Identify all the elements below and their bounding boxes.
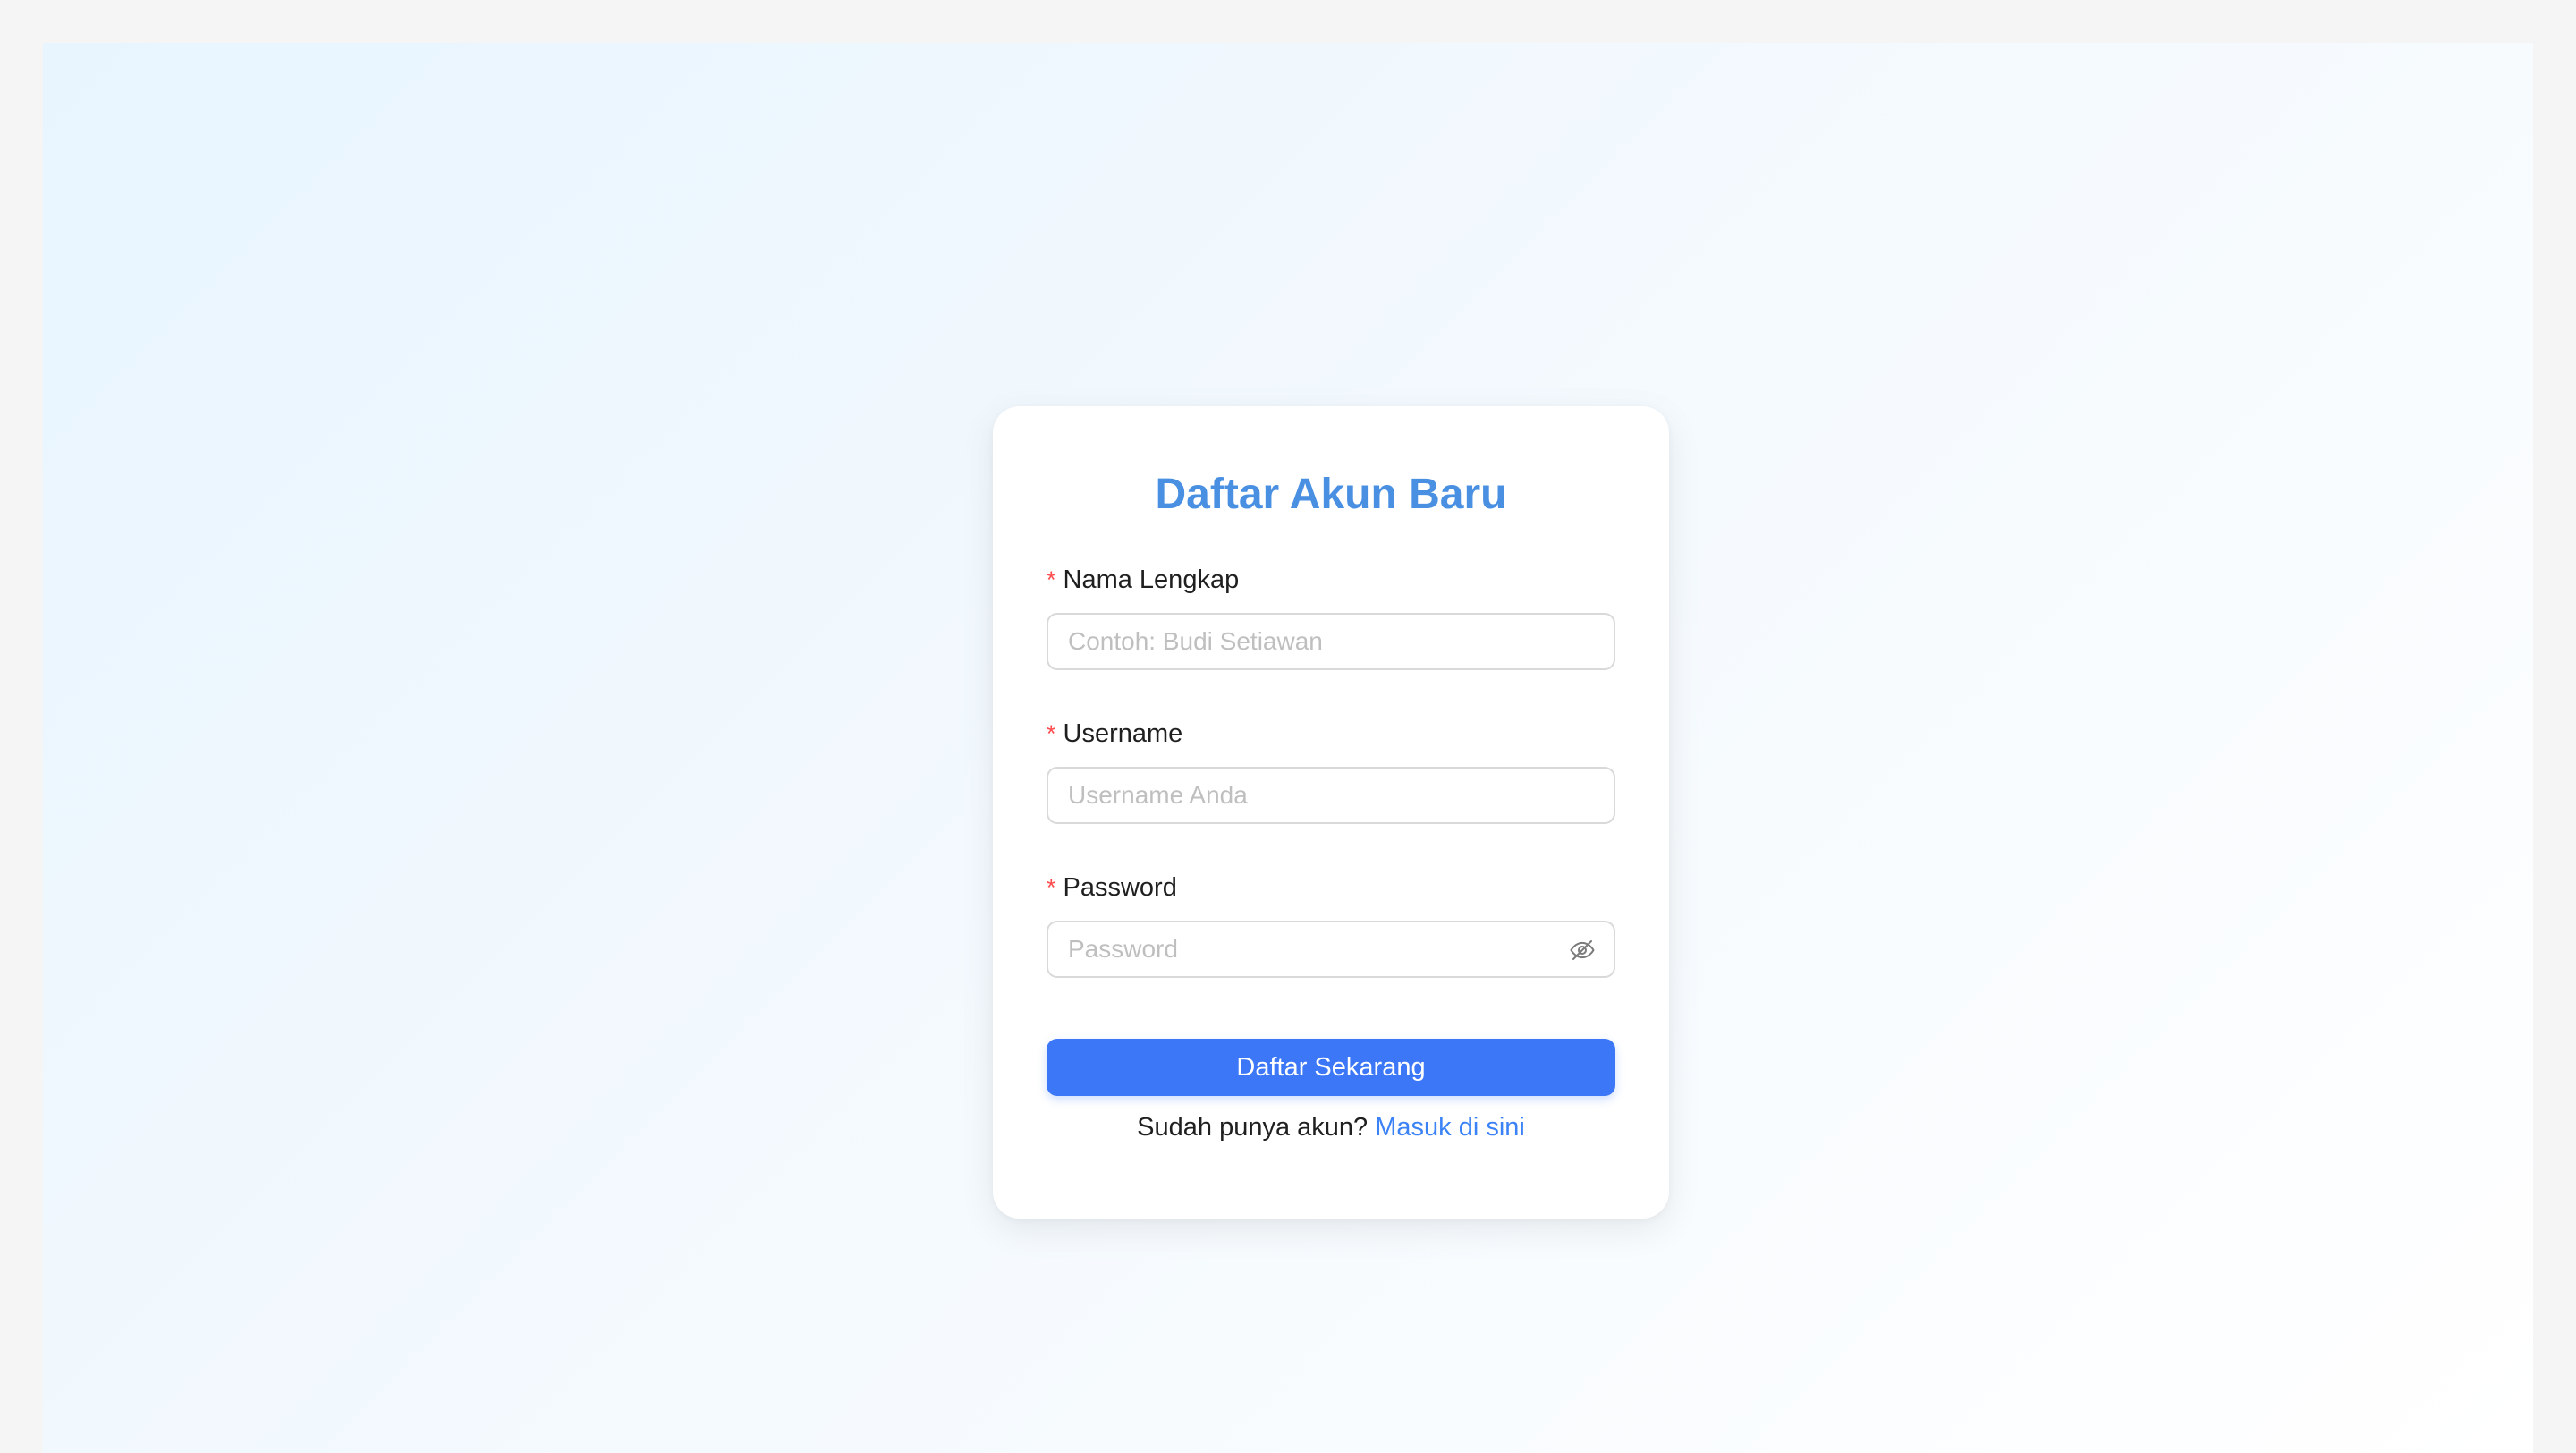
required-mark: * [1046,874,1056,901]
register-button[interactable]: Daftar Sekarang [1046,1039,1615,1096]
password-field[interactable] [1046,921,1615,978]
username-field[interactable] [1046,767,1615,824]
full-name-field[interactable] [1046,613,1615,670]
username-label-text: Username [1063,719,1183,748]
required-mark: * [1046,720,1056,747]
password-label: * Password [1046,870,1177,905]
login-link[interactable]: Masuk di sini [1375,1113,1525,1142]
password-input[interactable] [1068,922,1551,976]
full-name-label: * Nama Lengkap [1046,562,1239,598]
eye-slash-icon[interactable] [1569,937,1596,964]
full-name-label-text: Nama Lengkap [1063,565,1240,594]
page-title: Daftar Akun Baru [1155,471,1507,518]
username-label: * Username [1046,716,1182,752]
full-name-input[interactable] [1068,615,1587,668]
page-background: Daftar Akun Baru * Nama Lengkap * Username… [43,43,2533,1453]
password-label-text: Password [1063,873,1177,902]
login-prompt: Sudah punya akun? Masuk di sini [993,1109,1669,1145]
username-input[interactable] [1068,769,1587,822]
login-prompt-text: Sudah punya akun? [1137,1113,1368,1142]
required-mark: * [1046,566,1056,593]
register-card: Daftar Akun Baru * Nama Lengkap * Username… [993,406,1669,1219]
